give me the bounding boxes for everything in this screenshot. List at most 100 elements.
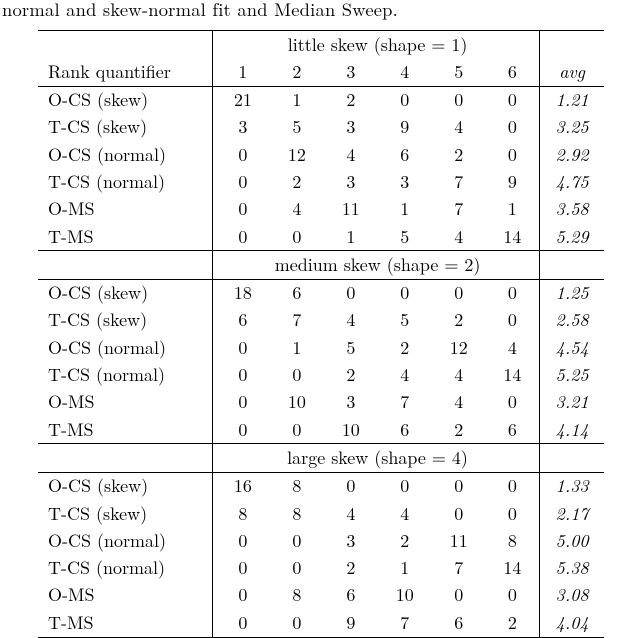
cell: 0 <box>270 362 324 389</box>
blank-cell <box>540 444 604 472</box>
cell: 2 <box>324 86 378 114</box>
col-avg: avg <box>540 58 604 86</box>
table-row: T-MS00106264.14 <box>38 416 604 444</box>
cell: 2 <box>324 555 378 582</box>
cell: 0 <box>432 86 486 114</box>
row-label: O-CS (normal) <box>38 527 212 554</box>
cell: 6 <box>486 416 540 444</box>
cell-avg: 3.58 <box>540 196 604 223</box>
cell: 6 <box>378 416 432 444</box>
cell: 0 <box>216 223 270 251</box>
table-row: O-MS01037403.21 <box>38 389 604 416</box>
cell-avg: 5.38 <box>540 555 604 582</box>
row-label: O-CS (skew) <box>38 279 212 307</box>
table-row: O-MS08610003.08 <box>38 582 604 609</box>
cell: 5 <box>378 223 432 251</box>
cell: 0 <box>486 500 540 527</box>
cell: 2 <box>432 416 486 444</box>
table-row: O-CS (normal)00321185.00 <box>38 527 604 554</box>
col-1: 1 <box>216 58 270 86</box>
cell: 0 <box>432 582 486 609</box>
section-header-row: little skew (shape = 1) <box>38 31 604 59</box>
cell: 0 <box>378 279 432 307</box>
table-row: T-CS (normal)0233794.75 <box>38 168 604 195</box>
cell-avg: 3.25 <box>540 114 604 141</box>
cell: 2 <box>432 307 486 334</box>
blank-cell <box>540 251 604 279</box>
caption-fragment: normal and skew-normal fit and Median Sw… <box>0 0 640 26</box>
cell: 3 <box>324 168 378 195</box>
cell: 6 <box>378 141 432 168</box>
cell: 10 <box>324 416 378 444</box>
blank-cell <box>38 444 212 472</box>
cell: 14 <box>486 555 540 582</box>
cell: 5 <box>270 114 324 141</box>
row-label: T-MS <box>38 223 212 251</box>
col-6: 6 <box>486 58 540 86</box>
table-row: T-CS (normal)00217145.38 <box>38 555 604 582</box>
cell: 4 <box>378 362 432 389</box>
cell-avg: 5.29 <box>540 223 604 251</box>
cell: 1 <box>270 334 324 361</box>
cell: 0 <box>216 389 270 416</box>
column-header-row: Rank quantifier123456avg <box>38 58 604 86</box>
section-header-row: large skew (shape = 4) <box>38 444 604 472</box>
row-label: T-CS (skew) <box>38 114 212 141</box>
table-row: T-CS (skew)3539403.25 <box>38 114 604 141</box>
section-header-row: medium skew (shape = 2) <box>38 251 604 279</box>
row-label: T-CS (normal) <box>38 555 212 582</box>
row-label: O-CS (skew) <box>38 86 212 114</box>
cell: 0 <box>216 582 270 609</box>
caption-text: normal and skew-normal fit and Median Sw… <box>2 0 398 22</box>
cell: 0 <box>270 416 324 444</box>
cell: 5 <box>378 307 432 334</box>
cell-avg: 3.08 <box>540 582 604 609</box>
cell-avg: 3.21 <box>540 389 604 416</box>
table-row: O-CS (skew)21120001.21 <box>38 86 604 114</box>
cell: 10 <box>270 389 324 416</box>
cell: 0 <box>486 279 540 307</box>
cell: 4 <box>324 307 378 334</box>
cell: 4 <box>378 500 432 527</box>
cell: 5 <box>324 334 378 361</box>
row-label: T-CS (skew) <box>38 307 212 334</box>
cell: 0 <box>216 416 270 444</box>
cell: 3 <box>216 114 270 141</box>
cell: 9 <box>486 168 540 195</box>
table-row: T-CS (normal)00244145.25 <box>38 362 604 389</box>
cell-avg: 4.14 <box>540 416 604 444</box>
cell-avg: 2.92 <box>540 141 604 168</box>
col-2: 2 <box>270 58 324 86</box>
cell: 0 <box>216 168 270 195</box>
table-row: O-CS (normal)01521244.54 <box>38 334 604 361</box>
cell: 4 <box>432 362 486 389</box>
cell: 6 <box>432 609 486 637</box>
cell: 7 <box>432 555 486 582</box>
cell: 2 <box>378 334 432 361</box>
cell-avg: 4.54 <box>540 334 604 361</box>
cell: 8 <box>270 582 324 609</box>
blank-cell <box>38 31 212 59</box>
cell: 0 <box>486 389 540 416</box>
cell: 1 <box>270 86 324 114</box>
table-row: T-MS0097624.04 <box>38 609 604 637</box>
cell: 0 <box>486 582 540 609</box>
cell: 6 <box>216 307 270 334</box>
row-label: O-CS (skew) <box>38 472 212 500</box>
section-title: little skew (shape = 1) <box>216 31 540 59</box>
cell: 12 <box>432 334 486 361</box>
table-row: O-MS04111713.58 <box>38 196 604 223</box>
section-title: medium skew (shape = 2) <box>216 251 540 279</box>
cell: 0 <box>486 472 540 500</box>
cell-avg: 5.25 <box>540 362 604 389</box>
blank-cell <box>540 31 604 59</box>
cell: 0 <box>216 196 270 223</box>
row-label: O-CS (normal) <box>38 141 212 168</box>
cell: 0 <box>486 141 540 168</box>
cell: 7 <box>432 168 486 195</box>
cell: 8 <box>270 500 324 527</box>
cell: 21 <box>216 86 270 114</box>
cell: 0 <box>270 223 324 251</box>
cell: 3 <box>324 114 378 141</box>
cell-avg: 5.00 <box>540 527 604 554</box>
